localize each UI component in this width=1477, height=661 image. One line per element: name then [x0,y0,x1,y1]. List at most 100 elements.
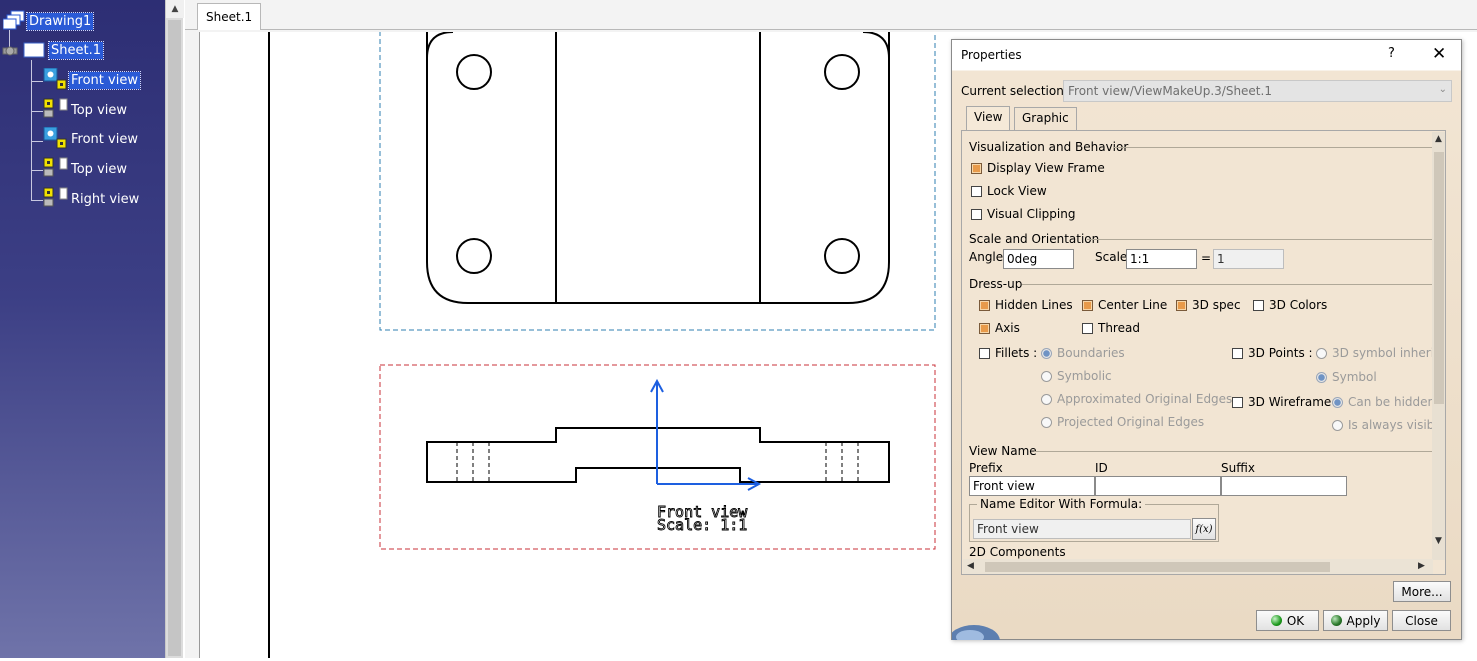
scrollbar-thumb[interactable] [168,20,181,656]
id-input[interactable] [1095,476,1221,496]
sheet-tab-bar: Sheet.1 [185,0,1477,30]
formula-input[interactable]: Front view [973,519,1191,539]
close-button[interactable]: Close [1392,610,1451,631]
top-view-outline [426,32,890,304]
tree-item-label: Top view [71,102,128,118]
close-icon[interactable]: ✕ [1432,44,1446,64]
top-view-corner [426,31,454,59]
panel-vertical-scrollbar[interactable]: ▲ ▼ [1432,132,1445,560]
fillet-projected-radio[interactable] [1041,417,1052,428]
panel-horizontal-scrollbar[interactable]: ◀ ▶ [963,559,1433,574]
points-symbol-radio[interactable] [1316,372,1327,383]
3d-points-checkbox[interactable] [1232,348,1243,359]
thread-checkbox[interactable] [1082,323,1093,334]
current-selection-dropdown[interactable]: Front view/ViewMakeUp.3/Sheet.1 ⌄ [1063,80,1452,102]
apply-label: Apply [1346,613,1381,628]
3d-wireframe-checkbox[interactable] [1232,397,1243,408]
apply-button[interactable]: Apply [1323,610,1388,631]
more-button[interactable]: More... [1393,581,1451,602]
tree-item-top-view[interactable]: Top view [43,98,129,120]
suffix-input[interactable] [1221,476,1347,496]
current-selection-value: Front view/ViewMakeUp.3/Sheet.1 [1068,84,1272,98]
tree-connector [31,141,43,142]
tree-item-top-view[interactable]: Top view [43,157,129,179]
section-divider [1087,239,1432,240]
current-selection-label: Current selection : [961,84,1072,98]
wireframe-visible-radio[interactable] [1332,420,1343,431]
center-line-checkbox[interactable] [1082,300,1093,311]
tab-graphic[interactable]: Graphic [1014,107,1077,130]
hidden-lines-label: Hidden Lines [995,298,1073,312]
ok-status-icon [1270,615,1282,626]
sheet-icon [2,42,45,58]
fillets-checkbox[interactable] [979,348,990,359]
section-scale: Scale and Orientation [969,232,1100,246]
dialog-title: Properties [961,48,1022,62]
tree-item-front-view[interactable]: Front view [43,127,140,149]
front-view-icon [43,127,67,149]
scale-input[interactable]: 1:1 [1126,249,1197,269]
suffix-label: Suffix [1221,461,1255,475]
section-visualization: Visualization and Behavior [969,140,1129,154]
view-axis-icon [650,378,762,491]
tree-item-label: Drawing1 [25,11,95,31]
section-dressup: Dress-up [969,277,1023,291]
3d-spec-checkbox[interactable] [1176,300,1187,311]
tab-view[interactable]: View [966,106,1011,131]
tree-connector [31,170,43,171]
axis-checkbox[interactable] [979,323,990,334]
tree-item-label: Right view [71,191,140,207]
view-caption-scale: Scale: 1:1 [657,516,747,534]
specification-tree: Drawing1 Sheet.1 Front view Top view Fro… [0,0,165,658]
tree-item-sheet[interactable]: Sheet.1 [1,40,104,60]
scrollbar-thumb[interactable] [1434,152,1444,404]
display-view-frame-label: Display View Frame [987,161,1105,175]
section-divider [1022,284,1432,285]
tree-scrollbar[interactable]: ▲ [165,0,184,658]
scroll-right-icon[interactable]: ▶ [1418,561,1425,571]
fillet-symbolic-radio[interactable] [1041,371,1052,382]
projection-view-icon [43,187,68,207]
scroll-up-icon[interactable]: ▲ [166,0,184,18]
scrollbar-thumb[interactable] [985,562,1330,572]
tree-item-drawing[interactable]: Drawing1 [3,10,95,31]
hidden-lines-checkbox[interactable] [979,300,990,311]
help-button[interactable]: ? [1388,46,1395,61]
ok-button[interactable]: OK [1256,610,1319,631]
tree-item-front-view-active[interactable]: Front view [43,68,141,90]
lock-view-label: Lock View [987,184,1047,198]
view-tab-panel: Visualization and Behavior Display View … [961,130,1446,575]
tree-item-right-view[interactable]: Right view [43,187,141,209]
visual-clipping-checkbox[interactable] [971,209,982,220]
prefix-label: Prefix [969,461,1003,475]
fillet-approximated-radio[interactable] [1041,394,1052,405]
3d-colors-checkbox[interactable] [1253,300,1264,311]
top-view-corner [862,31,890,59]
top-view-frame[interactable] [379,21,936,331]
points-symbol-label: Symbol [1332,370,1377,384]
display-view-frame-checkbox[interactable] [971,163,982,174]
lock-view-checkbox[interactable] [971,186,982,197]
chevron-down-icon: ⌄ [1438,84,1447,95]
scroll-up-icon[interactable]: ▲ [1435,134,1442,144]
angle-input[interactable]: 0deg [1003,249,1074,269]
dialog-titlebar[interactable]: Properties ? ✕ [952,40,1461,70]
3d-colors-label: 3D Colors [1269,298,1328,312]
fillet-boundaries-radio[interactable] [1041,348,1052,359]
tree-item-label: Top view [71,161,128,177]
3d-spec-label: 3D spec [1192,298,1241,312]
fillet-boundaries-label: Boundaries [1057,346,1125,360]
wireframe-hidden-radio[interactable] [1332,397,1343,408]
projection-view-icon [43,157,68,177]
points-symbol-inherit-radio[interactable] [1316,348,1327,359]
tree-connector [31,81,43,82]
id-label: ID [1095,461,1108,475]
scroll-left-icon[interactable]: ◀ [967,561,974,571]
apply-status-icon [1330,615,1342,626]
fillets-label: Fillets : [995,346,1038,360]
formula-button[interactable]: f(x) [1192,518,1216,540]
tree-item-label: Sheet.1 [48,40,104,60]
sheet-tab[interactable]: Sheet.1 [197,3,262,30]
scroll-down-icon[interactable]: ▼ [1435,536,1442,546]
prefix-input[interactable]: Front view [969,476,1095,496]
